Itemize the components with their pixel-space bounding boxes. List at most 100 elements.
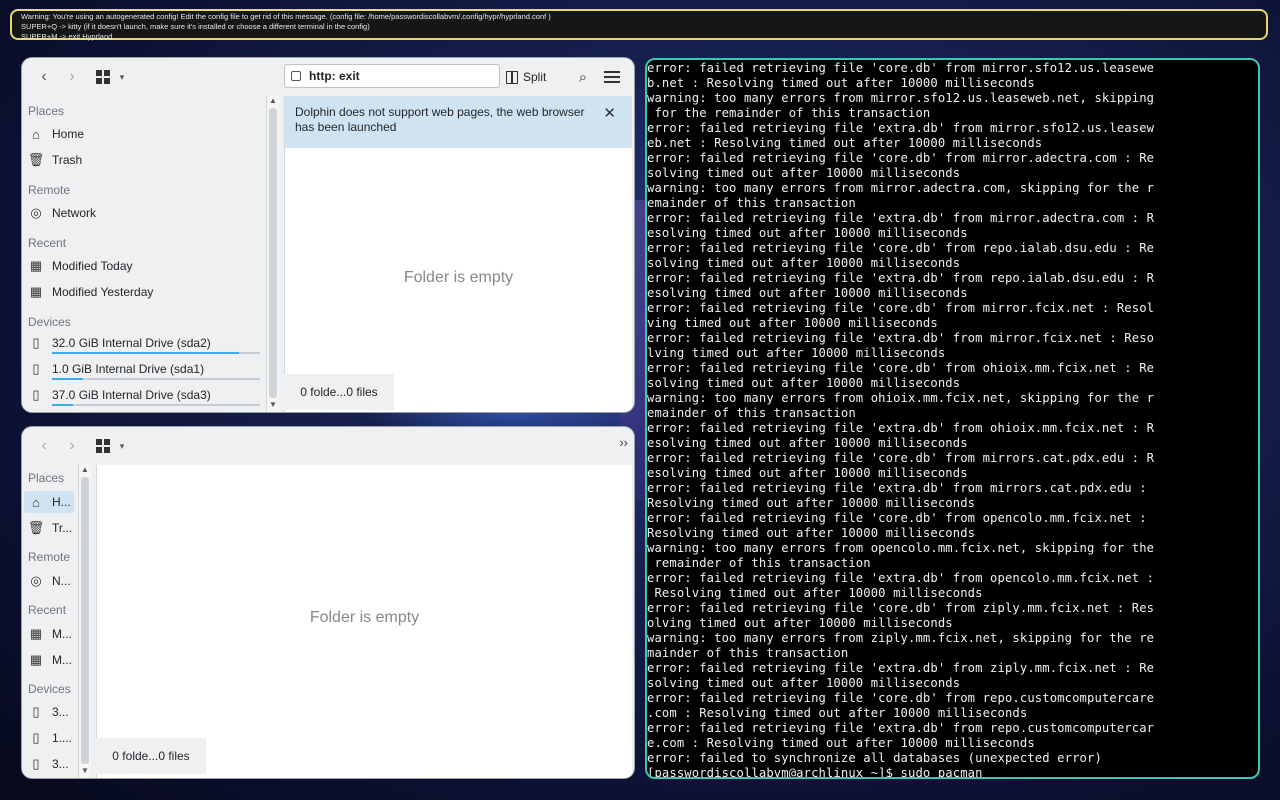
places-item-home[interactable]: ⌂ H... [24,491,74,513]
places-section-header: Places [28,471,65,485]
terminal-line: solving timed out after 10000 millisecon… [647,256,961,270]
places-item-drive-sda1[interactable]: ▯ 1.0 GiB Internal Drive (sda1) [28,358,262,380]
terminal-line: warning: too many errors from ohioix.mm.… [647,391,1155,405]
remote-section-header: Remote [28,550,71,564]
places-item-drive-sda1[interactable]: ▯ 1.... [28,727,74,749]
dolphin-window-top: ‹ › ▾ http: exit Split ⌕ Places ⌂ Home 🗑… [22,58,634,412]
location-bar[interactable]: http: exit [284,64,500,88]
terminal-line: lving timed out after 10000 milliseconds [647,346,946,360]
warning-line: SUPER+M -> exit Hyprland [21,32,113,41]
places-item-label: 1.0 GiB Internal Drive (sda1) [52,362,205,376]
split-button[interactable]: Split [506,66,546,88]
network-icon: ◎ [30,205,42,220]
remote-section-header: Remote [28,183,71,197]
terminal-line: esolving timed out after 10000 milliseco… [647,286,968,300]
terminal-line: Resolving timed out after 10000 millisec… [647,526,976,540]
terminal-line: olving timed out after 10000 millisecond… [647,616,953,630]
toolbar: ‹ › ▾ ›› [22,427,634,465]
terminal-line: Resolving timed out after 10000 millisec… [647,496,976,510]
drive-usage-bar [52,352,260,354]
calendar-icon: ▦ [29,652,43,667]
places-item-drive-sda2[interactable]: ▯ 3... [28,701,74,723]
back-button[interactable]: ‹ [32,66,56,88]
calendar-icon: ▦ [29,284,43,299]
terminal-line: esolving timed out after 10000 milliseco… [647,436,968,450]
terminal-line: esolving timed out after 10000 milliseco… [647,226,968,240]
terminal-line: error: failed retrieving file 'core.db' … [647,61,1155,75]
chevron-down-icon: ▾ [119,440,125,451]
location-icon [291,71,301,81]
terminal-line: warning: too many errors from opencolo.m… [647,541,1155,555]
home-icon: ⌂ [32,126,40,142]
warning-line: SUPER+Q -> kitty (if it doesn't launch, … [21,22,370,31]
terminal-line: error: failed retrieving file 'extra.db'… [647,211,1155,225]
drive-icon: ▯ [32,361,40,376]
scroll-up-arrow[interactable]: ▲ [267,96,279,106]
terminal-line: error: failed retrieving file 'extra.db'… [647,121,1155,135]
view-mode-dropdown[interactable]: ▾ [116,435,128,457]
scroll-up-arrow[interactable]: ▲ [79,465,91,475]
places-item-trash[interactable]: 🗑 Tr... [28,517,74,539]
terminal-line: solving timed out after 10000 millisecon… [647,676,961,690]
places-item-modified-yesterday[interactable]: ▦ Modified Yesterday [28,281,262,303]
terminal-line: emainder of this transaction [647,406,856,420]
view-mode-button[interactable] [92,435,114,457]
terminal-line: ving timed out after 10000 milliseconds [647,316,938,330]
terminal-line: remainder of this transaction [647,556,871,570]
drive-icon: ▯ [32,730,40,745]
terminal-line: error: failed retrieving file 'core.db' … [647,301,1155,315]
terminal-window[interactable]: error: failed retrieving file 'core.db' … [645,58,1260,779]
more-tools-button[interactable]: ›› [619,435,628,450]
forward-button[interactable]: › [60,435,84,457]
terminal-line: e.com : Resolving timed out after 10000 … [647,736,1035,750]
places-scrollbar[interactable]: ▲ ▼ [266,96,279,412]
scrollbar-thumb[interactable] [269,108,277,398]
terminal-line: error: failed retrieving file 'extra.db'… [647,481,1147,495]
places-item-network[interactable]: ◎ N... [28,570,74,592]
view-mode-button[interactable] [92,66,114,88]
places-item-home[interactable]: ⌂ Home [28,123,262,145]
places-item-label: H... [52,495,71,509]
drive-icon: ▯ [32,387,40,402]
places-item-label: Network [52,206,97,220]
file-view[interactable]: Folder is empty [96,465,632,778]
places-item-drive-sda2[interactable]: ▯ 32.0 GiB Internal Drive (sda2) [28,332,262,354]
terminal-line: error: failed retrieving file 'core.db' … [647,151,1155,165]
places-item-modified-today[interactable]: ▦ M... [28,623,74,645]
places-item-label: N... [52,574,71,588]
file-view[interactable]: Dolphin does not support web pages, the … [284,96,632,412]
terminal-line: error: failed retrieving file 'extra.db'… [647,721,1155,735]
devices-section-header: Devices [28,682,71,696]
places-item-trash[interactable]: 🗑 Trash [28,149,262,171]
places-item-drive-sda3[interactable]: ▯ 3... [28,753,74,775]
dolphin-window-bottom: ‹ › ▾ ›› Places ⌂ H... 🗑 Tr... Remote ◎ … [22,427,634,778]
back-button[interactable]: ‹ [32,435,56,457]
drive-icon: ▯ [32,704,40,719]
config-warning-bar: Warning: You're using an autogenerated c… [10,9,1268,41]
places-item-label: M... [52,627,72,641]
search-button[interactable]: ⌕ [572,66,594,88]
terminal-line: error: failed to synchronize all databas… [647,751,1102,765]
network-icon: ◎ [30,573,42,588]
info-banner: Dolphin does not support web pages, the … [285,96,632,148]
scrollbar-thumb[interactable] [81,477,89,764]
close-icon[interactable]: ✕ [603,106,616,121]
terminal-line: error: failed retrieving file 'core.db' … [647,451,1155,465]
icons-view-icon [96,439,110,453]
hamburger-menu-button[interactable] [604,66,626,88]
places-item-drive-sda3[interactable]: ▯ 37.0 GiB Internal Drive (sda3) [28,384,262,406]
view-mode-dropdown[interactable]: ▾ [116,66,128,88]
places-item-modified-yesterday[interactable]: ▦ M... [28,649,74,671]
terminal-line: error: failed retrieving file 'extra.db'… [647,331,1155,345]
places-item-network[interactable]: ◎ Network [28,202,262,224]
places-item-modified-today[interactable]: ▦ Modified Today [28,255,262,277]
places-scrollbar[interactable]: ▲ ▼ [78,465,91,778]
scroll-down-arrow[interactable]: ▼ [267,400,279,410]
terminal-line: esolving timed out after 10000 milliseco… [647,466,968,480]
places-item-label: Home [52,127,85,141]
empty-folder-message: Folder is empty [403,269,514,286]
trash-icon: 🗑 [28,520,45,535]
devices-section-header: Devices [28,315,71,329]
forward-button[interactable]: › [60,66,84,88]
scroll-down-arrow[interactable]: ▼ [79,766,91,776]
